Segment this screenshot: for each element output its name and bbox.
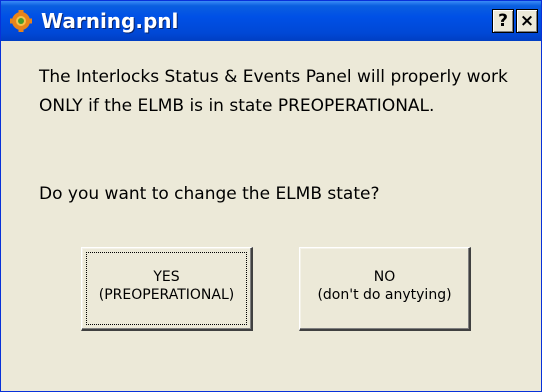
- no-button[interactable]: NO (don't do anytying): [299, 247, 471, 331]
- yes-button-sublabel: (PREOPERATIONAL): [98, 287, 235, 303]
- message-line-2: ONLY if the ELMB is in state PREOPERATIO…: [39, 96, 435, 116]
- title-bar[interactable]: Warning.pnl ? ×: [1, 1, 541, 41]
- message-line-1: The Interlocks Status & Events Panel wil…: [39, 67, 508, 87]
- yes-button[interactable]: YES (PREOPERATIONAL): [81, 247, 253, 331]
- close-button[interactable]: ×: [516, 9, 538, 33]
- yes-button-label: YES: [153, 269, 180, 285]
- no-button-label: NO: [373, 269, 396, 285]
- gear-icon: [10, 10, 32, 32]
- warning-message: The Interlocks Status & Events Panel wil…: [39, 63, 529, 121]
- warning-dialog: Warning.pnl ? × The Interlocks Status & …: [0, 0, 542, 392]
- no-button-sublabel: (don't do anytying): [317, 287, 452, 303]
- question-text: Do you want to change the ELMB state?: [39, 184, 380, 204]
- help-button[interactable]: ?: [492, 9, 514, 33]
- window-title: Warning.pnl: [41, 9, 179, 33]
